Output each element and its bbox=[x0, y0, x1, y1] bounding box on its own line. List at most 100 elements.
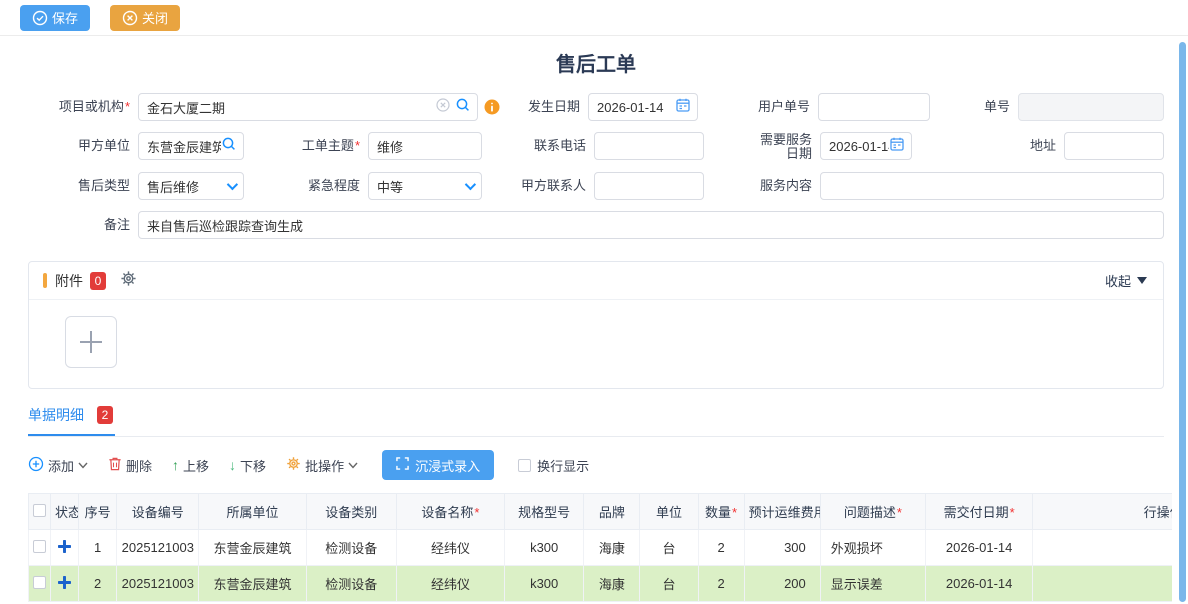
row-status-cell[interactable] bbox=[51, 530, 79, 566]
table-cell[interactable]: 2 bbox=[79, 566, 117, 602]
clear-icon[interactable] bbox=[435, 97, 451, 118]
remark-input[interactable] bbox=[138, 211, 1164, 239]
row-add-icon[interactable] bbox=[58, 576, 71, 589]
row-checkbox[interactable] bbox=[33, 540, 46, 553]
header-cell: 设备名称* bbox=[396, 494, 504, 530]
table-cell[interactable]: 检测设备 bbox=[306, 566, 396, 602]
table-cell[interactable]: k300 bbox=[505, 530, 584, 566]
urgency-value: 中等 bbox=[377, 177, 403, 196]
chevron-down-icon bbox=[465, 179, 476, 190]
urgency-label: 紧急程度 bbox=[252, 172, 360, 200]
table-cell[interactable]: 200 bbox=[744, 566, 820, 602]
checkbox-icon[interactable] bbox=[518, 459, 531, 472]
gear-icon[interactable] bbox=[120, 270, 137, 292]
table-cell[interactable]: 台 bbox=[640, 530, 698, 566]
move-up-label: 上移 bbox=[183, 456, 209, 475]
table-cell[interactable] bbox=[1033, 566, 1172, 602]
search-icon[interactable] bbox=[221, 136, 237, 157]
vertical-scrollbar[interactable] bbox=[1179, 42, 1186, 602]
select-all-checkbox-cell[interactable] bbox=[29, 494, 51, 530]
row-checkbox[interactable] bbox=[33, 576, 46, 589]
party-a-unit-field[interactable] bbox=[138, 132, 244, 160]
arrow-up-icon: ↑ bbox=[172, 457, 179, 473]
table-cell[interactable]: 海康 bbox=[584, 566, 640, 602]
batch-operation-button[interactable]: 批操作 bbox=[286, 456, 358, 475]
party-a-unit-label: 甲方单位 bbox=[28, 132, 130, 160]
table-cell[interactable]: 经纬仪 bbox=[396, 530, 504, 566]
project-field[interactable] bbox=[138, 93, 478, 121]
header-cell: 设备编号 bbox=[117, 494, 199, 530]
row-checkbox-cell[interactable] bbox=[29, 530, 51, 566]
table-cell[interactable]: k300 bbox=[505, 566, 584, 602]
table-cell[interactable]: 显示误差 bbox=[820, 566, 925, 602]
delete-row-button[interactable]: 删除 bbox=[108, 456, 152, 475]
table-cell[interactable]: 2026-01-14 bbox=[926, 566, 1033, 602]
party-a-unit-input[interactable] bbox=[147, 139, 221, 154]
table-cell[interactable]: 海康 bbox=[584, 530, 640, 566]
contact-phone-input[interactable] bbox=[594, 132, 704, 160]
table-cell[interactable]: 2026-01-14 bbox=[926, 530, 1033, 566]
table-cell[interactable]: 2 bbox=[698, 530, 744, 566]
tab-detail[interactable]: 单据明细 2 bbox=[28, 405, 115, 436]
project-input[interactable] bbox=[147, 100, 435, 115]
row-checkbox-cell[interactable] bbox=[29, 566, 51, 602]
service-date-field[interactable] bbox=[820, 132, 912, 160]
table-cell[interactable]: 台 bbox=[640, 566, 698, 602]
page-title: 售后工单 bbox=[28, 48, 1164, 77]
table-cell[interactable]: 2025121003 bbox=[117, 566, 199, 602]
service-content-input[interactable] bbox=[820, 172, 1164, 200]
wrap-display-checkbox[interactable]: 换行显示 bbox=[518, 456, 589, 475]
add-attachment-button[interactable] bbox=[65, 316, 117, 368]
service-type-value: 售后维修 bbox=[147, 177, 199, 196]
table-cell[interactable] bbox=[1033, 530, 1172, 566]
table-cell[interactable]: 东营金辰建筑 bbox=[199, 530, 306, 566]
collapse-toggle[interactable]: 收起 bbox=[1105, 271, 1147, 290]
service-type-select[interactable]: 售后维修 bbox=[138, 172, 244, 200]
move-down-button[interactable]: ↓ 下移 bbox=[229, 456, 266, 475]
occur-date-field[interactable] bbox=[588, 93, 698, 121]
gear-icon bbox=[286, 456, 301, 474]
detail-table: 状态序号设备编号所属单位设备类别设备名称*规格型号品牌单位数量*预计运维费用问题… bbox=[28, 493, 1172, 602]
add-row-button[interactable]: 添加 bbox=[28, 456, 88, 475]
table-cell[interactable]: 2025121003 bbox=[117, 530, 199, 566]
form-row-1: 项目或机构* 发生日期 用户单号 单号 bbox=[28, 93, 1164, 121]
user-order-no-input[interactable] bbox=[818, 93, 930, 121]
party-a-contact-input[interactable] bbox=[594, 172, 704, 200]
row-status-cell[interactable] bbox=[51, 566, 79, 602]
address-field bbox=[1064, 132, 1164, 160]
party-a-contact-field bbox=[594, 172, 704, 200]
header-cell: 行操作 bbox=[1033, 494, 1172, 530]
calendar-icon[interactable] bbox=[889, 136, 905, 157]
delete-row-label: 删除 bbox=[126, 456, 152, 475]
table-cell[interactable]: 东营金辰建筑 bbox=[199, 566, 306, 602]
occur-date-input[interactable] bbox=[597, 100, 675, 115]
detail-toolbar: 添加 删除 ↑ 上移 ↓ 下移 批操作 沉浸式录入 换行显示 bbox=[28, 450, 1164, 480]
row-checkbox[interactable] bbox=[33, 504, 46, 517]
form-row-4: 备注 bbox=[28, 211, 1164, 239]
address-input[interactable] bbox=[1064, 132, 1164, 160]
detail-tabs: 单据明细 2 bbox=[28, 405, 1164, 437]
table-cell[interactable]: 300 bbox=[744, 530, 820, 566]
work-subject-input[interactable] bbox=[368, 132, 482, 160]
table-cell[interactable]: 2 bbox=[698, 566, 744, 602]
save-button[interactable]: 保存 bbox=[20, 5, 90, 31]
search-icon[interactable] bbox=[455, 97, 471, 118]
required-mark: * bbox=[125, 99, 130, 114]
move-up-button[interactable]: ↑ 上移 bbox=[172, 456, 209, 475]
close-button[interactable]: 关闭 bbox=[110, 5, 180, 31]
table-cell[interactable]: 1 bbox=[79, 530, 117, 566]
row-add-icon[interactable] bbox=[58, 540, 71, 553]
contact-phone-label: 联系电话 bbox=[490, 132, 586, 160]
table-cell[interactable]: 经纬仪 bbox=[396, 566, 504, 602]
info-icon[interactable] bbox=[484, 99, 500, 120]
save-button-label: 保存 bbox=[52, 8, 78, 27]
service-date-input[interactable] bbox=[829, 139, 889, 154]
close-button-label: 关闭 bbox=[142, 8, 168, 27]
calendar-icon[interactable] bbox=[675, 97, 691, 118]
close-circle-icon bbox=[122, 10, 138, 26]
immersive-entry-button[interactable]: 沉浸式录入 bbox=[382, 450, 494, 480]
wrap-display-label: 换行显示 bbox=[537, 456, 589, 475]
table-cell[interactable]: 检测设备 bbox=[306, 530, 396, 566]
table-cell[interactable]: 外观损坏 bbox=[820, 530, 925, 566]
urgency-select[interactable]: 中等 bbox=[368, 172, 482, 200]
